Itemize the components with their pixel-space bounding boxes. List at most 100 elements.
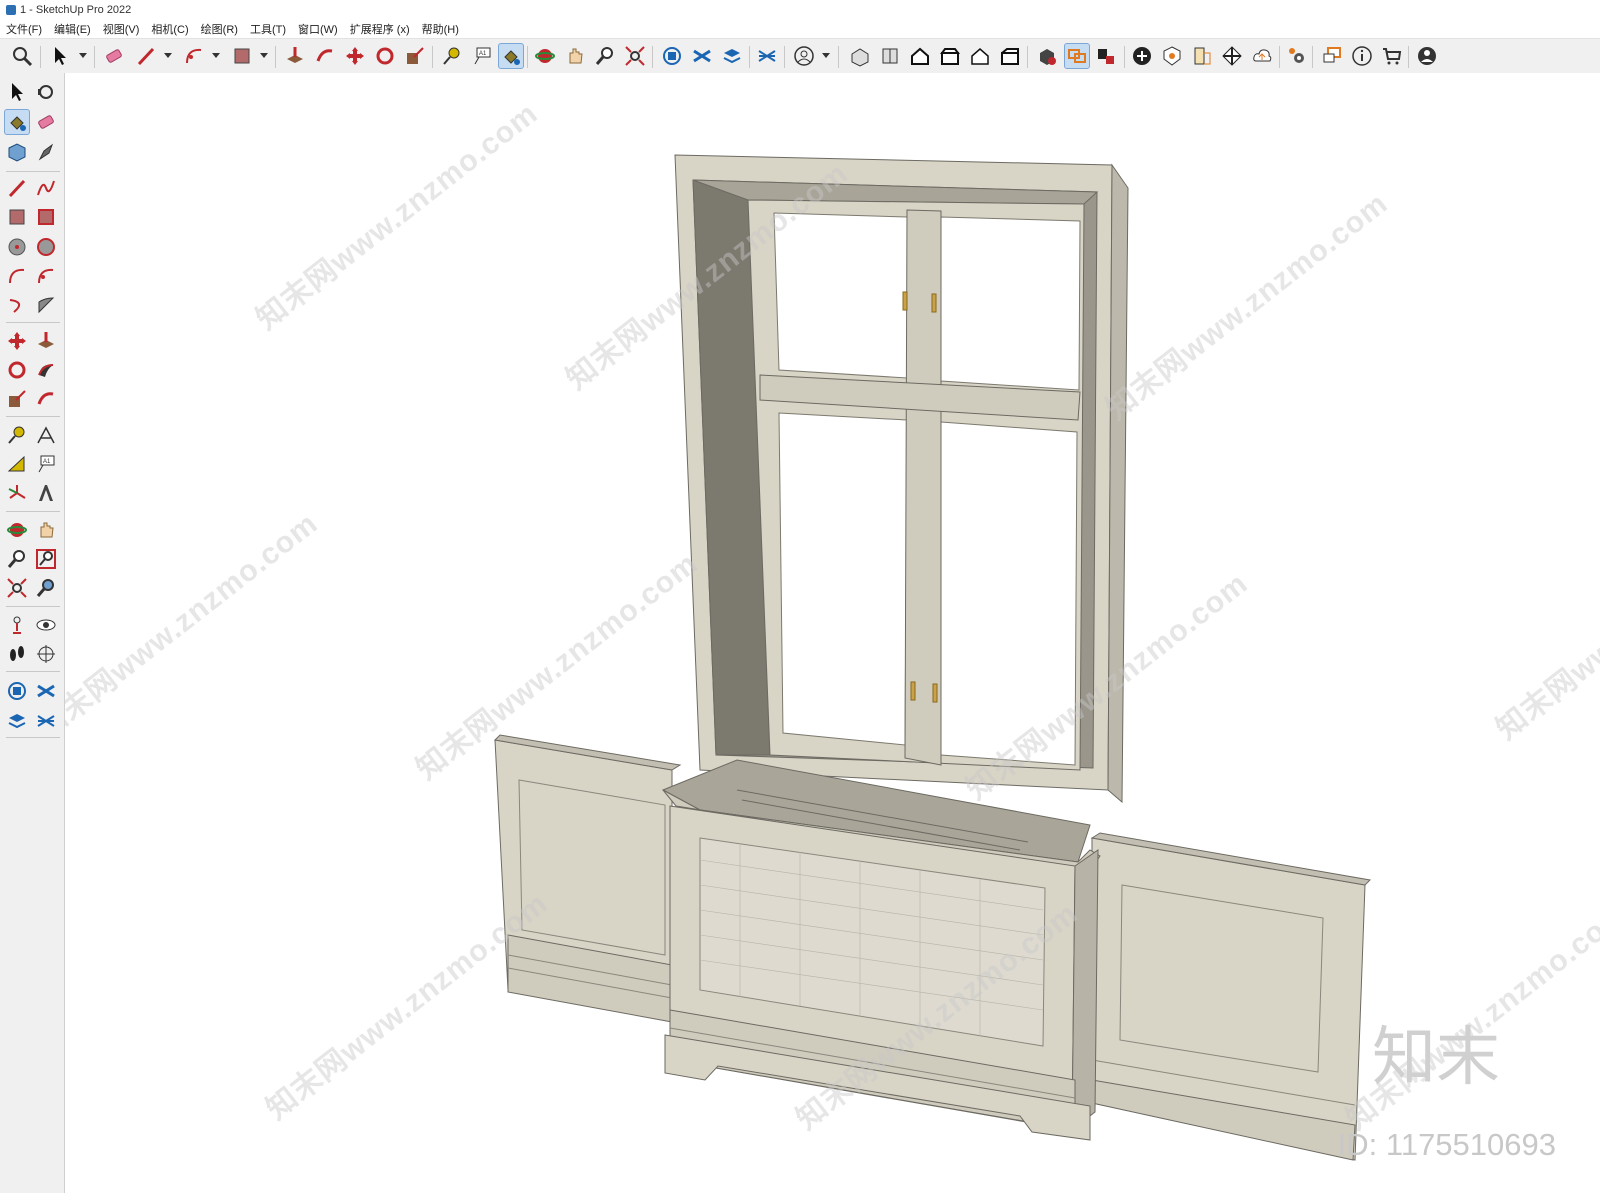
account-dropdown-icon[interactable]	[822, 53, 830, 58]
walk-icon[interactable]	[5, 642, 29, 666]
rotate-icon[interactable]	[5, 358, 29, 382]
style-icon[interactable]	[34, 709, 58, 733]
follow-me-icon[interactable]	[34, 358, 58, 382]
menu-edit[interactable]: 编辑(E)	[54, 21, 91, 37]
follow-me-icon[interactable]	[313, 44, 337, 68]
info-icon[interactable]	[1190, 44, 1214, 68]
menu-draw[interactable]: 绘图(R)	[201, 21, 238, 37]
orbit-icon[interactable]	[5, 518, 29, 542]
solid-tools-icon[interactable]	[1035, 44, 1059, 68]
account-icon[interactable]	[792, 44, 816, 68]
back-view-icon[interactable]	[968, 44, 992, 68]
menu-window[interactable]: 窗口(W)	[298, 21, 338, 37]
line-icon[interactable]	[34, 140, 58, 164]
right-view-icon[interactable]	[938, 44, 962, 68]
arc-icon[interactable]	[5, 264, 29, 288]
paint-bucket-icon[interactable]	[498, 43, 524, 69]
pencil-dropdown-icon[interactable]	[164, 53, 172, 58]
add-location-icon[interactable]	[1130, 44, 1154, 68]
menu-tools[interactable]: 工具(T)	[250, 21, 286, 37]
3d-text-icon[interactable]	[34, 481, 58, 505]
axes-icon[interactable]	[5, 481, 29, 505]
arc-icon[interactable]	[182, 44, 206, 68]
settings-icon[interactable]	[1285, 44, 1309, 68]
previous-icon[interactable]	[34, 576, 58, 600]
menu-extensions[interactable]: 扩展程序 (x)	[350, 21, 410, 37]
pan-icon[interactable]	[34, 518, 58, 542]
eraser-icon[interactable]	[102, 44, 126, 68]
tape-measure-icon[interactable]	[440, 44, 464, 68]
left-view-icon[interactable]	[998, 44, 1022, 68]
style-builder-icon[interactable]	[755, 44, 779, 68]
top-view-icon[interactable]	[878, 44, 902, 68]
layout-icon[interactable]	[5, 709, 29, 733]
section-icon[interactable]	[1094, 44, 1118, 68]
warehouse-icon[interactable]	[5, 679, 29, 703]
select-dropdown-icon[interactable]	[79, 53, 87, 58]
three-point-arc-icon[interactable]	[34, 293, 58, 317]
eraser-icon[interactable]	[34, 110, 58, 134]
select-icon[interactable]	[5, 80, 29, 104]
menu-view[interactable]: 视图(V)	[103, 21, 140, 37]
polygon-icon[interactable]	[34, 235, 58, 259]
circle-icon[interactable]	[5, 235, 29, 259]
search-icon[interactable]	[10, 44, 34, 68]
checker-icon[interactable]	[1220, 44, 1244, 68]
outer-shell-icon[interactable]	[1064, 43, 1090, 69]
menu-help[interactable]: 帮助(H)	[422, 21, 459, 37]
cloud-icon[interactable]	[1250, 44, 1274, 68]
text-icon[interactable]: A1	[470, 44, 494, 68]
move-icon[interactable]	[343, 44, 367, 68]
select-icon[interactable]	[48, 44, 72, 68]
layout-icon[interactable]	[720, 44, 744, 68]
menu-camera[interactable]: 相机(C)	[151, 21, 188, 37]
freehand-icon[interactable]	[34, 176, 58, 200]
look-around-icon[interactable]	[34, 613, 58, 637]
offset-icon[interactable]	[34, 387, 58, 411]
zoom-icon[interactable]	[593, 44, 617, 68]
glass-pane-top-left	[773, 212, 908, 379]
rotate-icon[interactable]	[373, 44, 397, 68]
pan-icon[interactable]	[563, 44, 587, 68]
zoom-window-icon[interactable]	[34, 547, 58, 571]
component-icon[interactable]	[5, 140, 29, 164]
cart-icon[interactable]	[1380, 44, 1404, 68]
extension-warehouse-icon[interactable]	[690, 44, 714, 68]
move-icon[interactable]	[5, 329, 29, 353]
section-plane-icon[interactable]	[34, 642, 58, 666]
help-icon[interactable]	[1350, 44, 1374, 68]
pencil-icon[interactable]	[5, 176, 29, 200]
zoom-extents-icon[interactable]	[623, 44, 647, 68]
front-view-icon[interactable]	[908, 44, 932, 68]
zoom-icon[interactable]	[5, 547, 29, 571]
iso-view-icon[interactable]	[848, 44, 872, 68]
geo-icon[interactable]	[1160, 44, 1184, 68]
messages-icon[interactable]	[1320, 44, 1344, 68]
scale-icon[interactable]	[5, 387, 29, 411]
rectangle-icon[interactable]	[5, 205, 29, 229]
rectangle-icon[interactable]	[230, 44, 254, 68]
rectangle-dropdown-icon[interactable]	[260, 53, 268, 58]
push-pull-icon[interactable]	[34, 329, 58, 353]
orbit-icon[interactable]	[34, 80, 58, 104]
zoom-extents-icon[interactable]	[5, 576, 29, 600]
position-camera-icon[interactable]	[5, 613, 29, 637]
profile-icon[interactable]	[1415, 44, 1439, 68]
model-viewport[interactable]: 知末网www.znzmo.com 知末网www.znzmo.com 知末网www…	[65, 73, 1600, 1193]
text-icon[interactable]: A1	[34, 452, 58, 476]
arc-dropdown-icon[interactable]	[212, 53, 220, 58]
orbit-icon[interactable]	[533, 44, 557, 68]
scale-icon[interactable]	[403, 44, 427, 68]
protractor-icon[interactable]	[5, 452, 29, 476]
dimension-icon[interactable]	[34, 423, 58, 447]
menu-file[interactable]: 文件(F)	[6, 21, 42, 37]
push-pull-icon[interactable]	[283, 44, 307, 68]
pencil-icon[interactable]	[134, 44, 158, 68]
extension-icon[interactable]	[34, 679, 58, 703]
warehouse-icon[interactable]	[660, 44, 684, 68]
tape-measure-icon[interactable]	[5, 423, 29, 447]
paint-bucket-icon[interactable]	[4, 109, 30, 135]
two-point-arc-icon[interactable]	[5, 293, 29, 317]
rotated-rectangle-icon[interactable]	[34, 205, 58, 229]
pie-icon[interactable]	[34, 264, 58, 288]
